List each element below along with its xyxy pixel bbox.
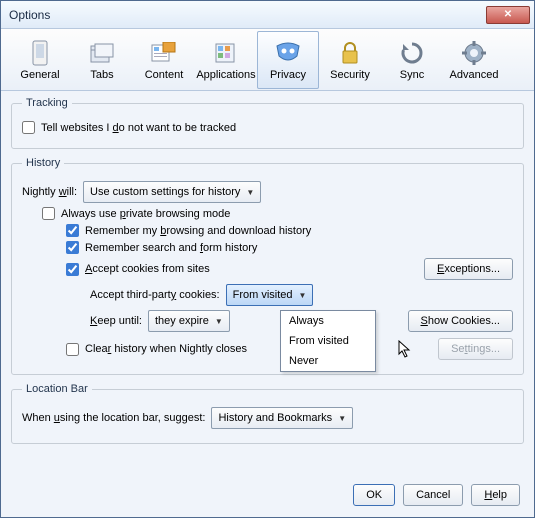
chevron-down-icon: ▼ [299, 291, 307, 300]
tab-privacy[interactable]: Privacy [257, 31, 319, 89]
dnt-label: Tell websites I do not want to be tracke… [41, 122, 236, 134]
private-browsing-label: Always use private browsing mode [61, 208, 230, 220]
private-browsing-checkbox[interactable] [42, 207, 55, 220]
third-party-select[interactable]: From visited▼ [226, 284, 314, 306]
tab-sync[interactable]: Sync [381, 31, 443, 89]
window-title: Options [5, 8, 486, 22]
gear-icon [460, 39, 488, 67]
close-icon: ✕ [504, 9, 512, 20]
panel-body: Tracking Tell websites I do not want to … [1, 91, 534, 473]
help-button[interactable]: Help [471, 484, 520, 506]
cancel-button[interactable]: Cancel [403, 484, 463, 506]
clear-on-close-checkbox[interactable] [66, 343, 79, 356]
keep-until-label: Keep until: [90, 315, 142, 327]
ok-button[interactable]: OK [353, 484, 395, 506]
content-icon [150, 39, 178, 67]
tab-applications[interactable]: Applications [195, 31, 257, 89]
dropdown-option[interactable]: Never [281, 351, 375, 371]
chevron-down-icon: ▼ [338, 414, 346, 423]
mask-icon [274, 39, 302, 67]
dialog-footer: OK Cancel Help [1, 473, 534, 517]
remember-browsing-label: Remember my browsing and download histor… [85, 225, 311, 237]
history-legend: History [22, 157, 64, 169]
cursor-icon [398, 340, 412, 363]
remember-form-checkbox[interactable] [66, 241, 79, 254]
titlebar: Options ✕ [1, 1, 534, 29]
tracking-legend: Tracking [22, 97, 72, 109]
apps-icon [212, 39, 240, 67]
history-group: History Nightly will: Use custom setting… [11, 157, 524, 375]
history-mode-select[interactable]: Use custom settings for history▼ [83, 181, 261, 203]
accept-cookies-checkbox[interactable] [66, 263, 79, 276]
locationbar-group: Location Bar When using the location bar… [11, 383, 524, 444]
tab-tabs[interactable]: Tabs [71, 31, 133, 89]
tab-advanced[interactable]: Advanced [443, 31, 505, 89]
folders-icon [88, 39, 116, 67]
tracking-group: Tracking Tell websites I do not want to … [11, 97, 524, 149]
suggest-label: When using the location bar, suggest: [22, 412, 205, 424]
close-button[interactable]: ✕ [486, 6, 530, 24]
clear-on-close-label: Clear history when Nightly closes [85, 343, 247, 355]
dropdown-option[interactable]: From visited [281, 331, 375, 351]
nightly-will-label: Nightly will: [22, 186, 77, 198]
suggest-select[interactable]: History and Bookmarks▼ [211, 407, 353, 429]
third-party-dropdown: Always From visited Never [280, 310, 376, 372]
sync-icon [398, 39, 426, 67]
exceptions-button[interactable]: Exceptions... [424, 258, 513, 280]
chevron-down-icon: ▼ [215, 317, 223, 326]
clear-settings-button[interactable]: Settings... [438, 338, 513, 360]
device-icon [26, 39, 54, 67]
category-toolbar: General Tabs Content Applications Privac… [1, 29, 534, 91]
chevron-down-icon: ▼ [246, 188, 254, 197]
tab-security[interactable]: Security [319, 31, 381, 89]
options-window: Options ✕ General Tabs Content Applicati… [0, 0, 535, 518]
remember-browsing-checkbox[interactable] [66, 224, 79, 237]
dropdown-option[interactable]: Always [281, 311, 375, 331]
lock-icon [336, 39, 364, 67]
dnt-checkbox[interactable] [22, 121, 35, 134]
locationbar-legend: Location Bar [22, 383, 92, 395]
tab-content[interactable]: Content [133, 31, 195, 89]
show-cookies-button[interactable]: Show Cookies... [408, 310, 514, 332]
accept-cookies-label: Accept cookies from sites [85, 263, 210, 275]
keep-until-select[interactable]: they expire▼ [148, 310, 230, 332]
third-party-label: Accept third-party cookies: [90, 289, 220, 301]
remember-form-label: Remember search and form history [85, 242, 257, 254]
tab-general[interactable]: General [9, 31, 71, 89]
